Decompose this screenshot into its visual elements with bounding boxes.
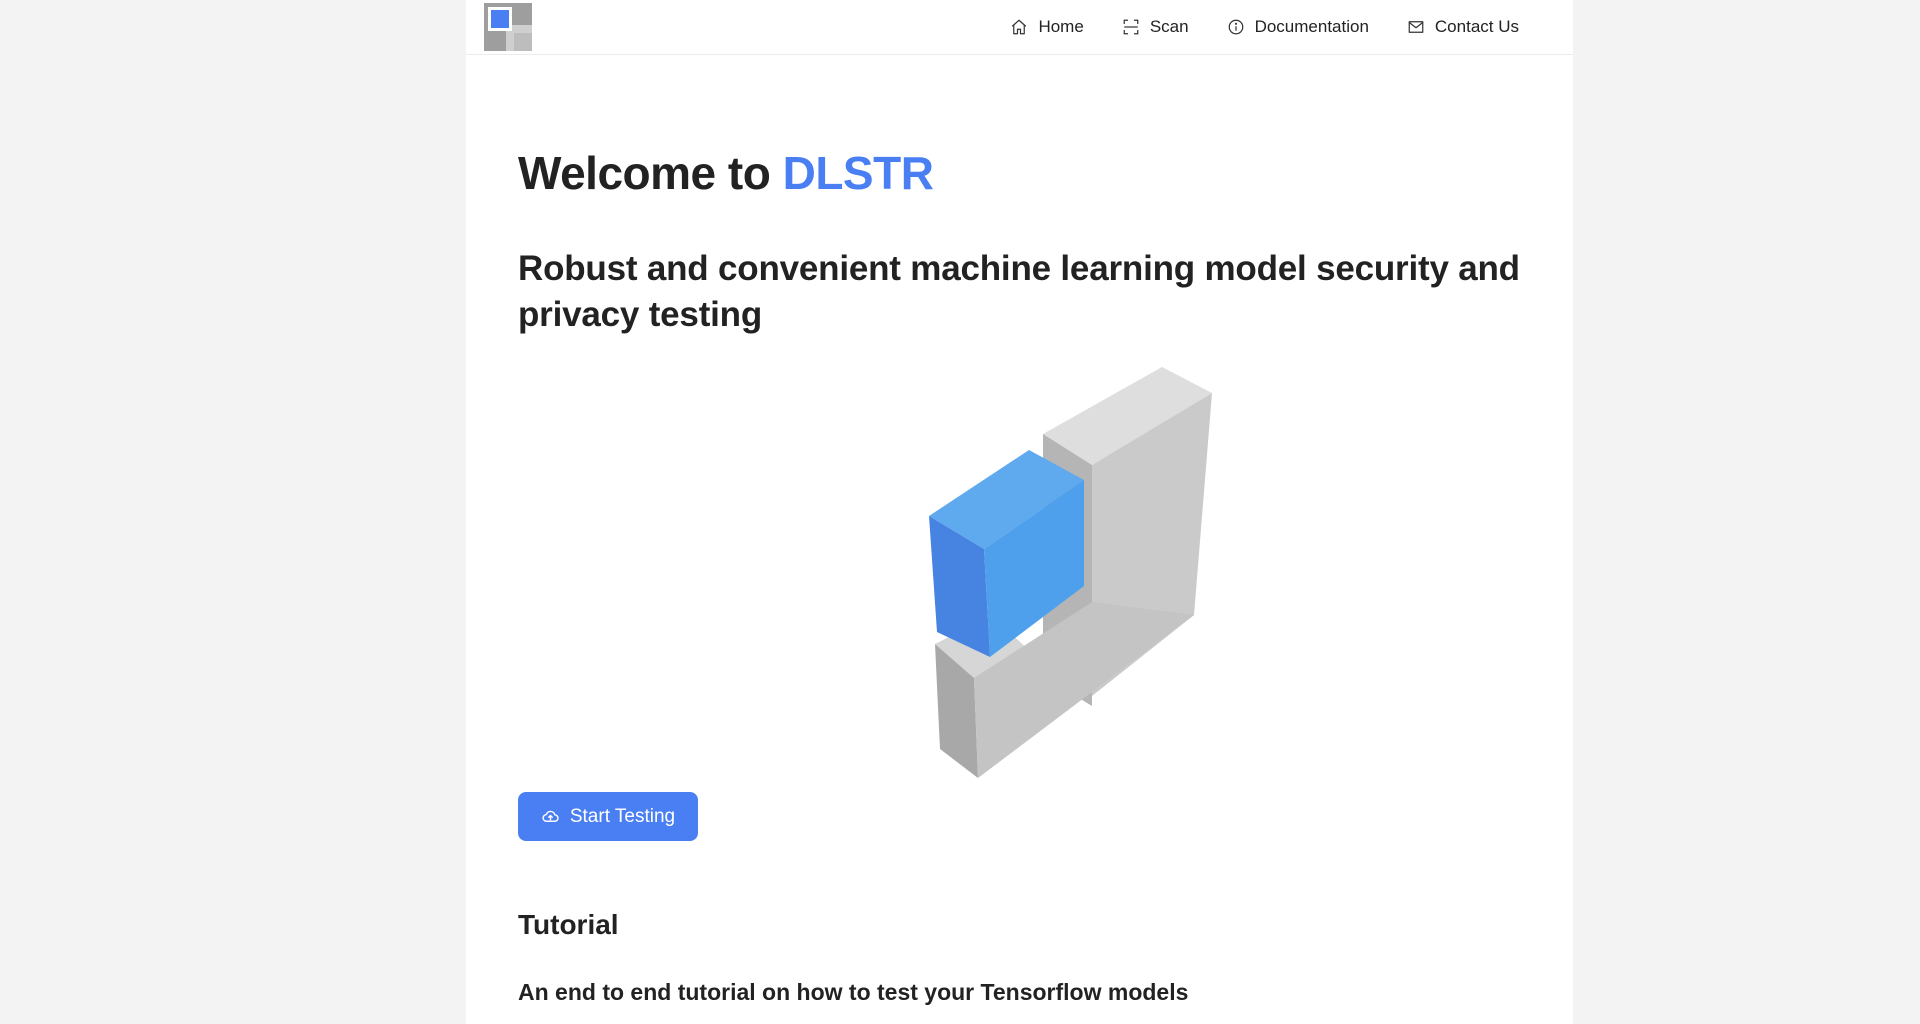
nav-item-scan[interactable]: Scan xyxy=(1122,17,1189,37)
page-title: Welcome to DLSTR xyxy=(518,146,934,200)
page-panel: Home Scan Documentation Contact Us Welco… xyxy=(466,0,1573,1024)
mail-icon xyxy=(1408,21,1424,33)
page-subtitle: Robust and convenient machine learning m… xyxy=(518,249,1520,334)
nav-item-label: Documentation xyxy=(1254,17,1369,36)
nav-item-label: Home xyxy=(1038,17,1084,36)
start-testing-button[interactable]: Start Testing xyxy=(518,792,698,841)
logo-icon[interactable] xyxy=(484,3,532,51)
top-navigation-bar: Home Scan Documentation Contact Us xyxy=(466,0,1573,55)
tutorial-heading: Tutorial xyxy=(518,909,619,940)
hero-illustration xyxy=(929,367,1212,778)
scan-icon xyxy=(1123,19,1139,35)
info-icon xyxy=(1228,19,1243,35)
welcome-prefix: Welcome to xyxy=(518,147,783,199)
nav-item-contact-us[interactable]: Contact Us xyxy=(1407,17,1519,37)
home-icon xyxy=(1012,19,1027,35)
brand-name: DLSTR xyxy=(782,147,934,199)
nav-item-label: Contact Us xyxy=(1434,17,1519,36)
tutorial-description: An end to end tutorial on how to test yo… xyxy=(518,979,1189,1005)
nav-item-label: Scan xyxy=(1149,17,1189,36)
nav-item-home[interactable]: Home xyxy=(1010,17,1084,37)
cloud-icon xyxy=(542,810,559,822)
main-nav: Home Scan Documentation Contact Us xyxy=(1010,0,1519,54)
start-testing-label: Start Testing xyxy=(569,805,676,827)
nav-item-documentation[interactable]: Documentation xyxy=(1227,17,1369,37)
